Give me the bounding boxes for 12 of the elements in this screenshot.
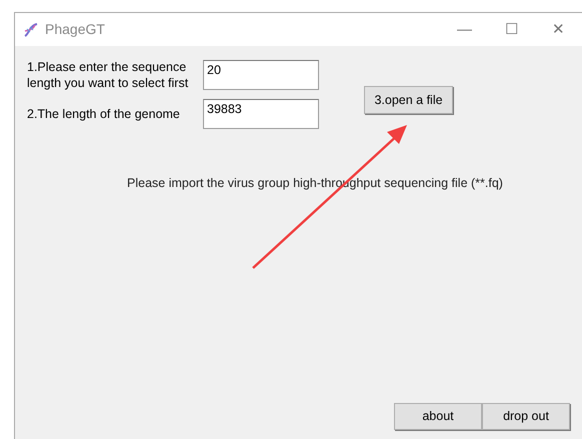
about-button[interactable]: about [394,403,482,430]
window-title: PhageGT [45,20,105,39]
field-label: 1.Please enter the sequence length you want to select first [27,59,190,91]
input-field[interactable]: 20 [203,60,319,90]
maximize-button[interactable]: ☐ [488,13,535,46]
input-field[interactable]: 39883 [203,99,319,129]
exit-button[interactable]: drop out [482,403,570,430]
minimize-button[interactable]: — [441,13,488,46]
dna-icon [23,22,39,38]
field-label: 2.The length of the genome [27,106,181,122]
close-button[interactable]: ✕ [535,13,582,46]
open-file-button[interactable]: 3.open a file [364,86,453,114]
